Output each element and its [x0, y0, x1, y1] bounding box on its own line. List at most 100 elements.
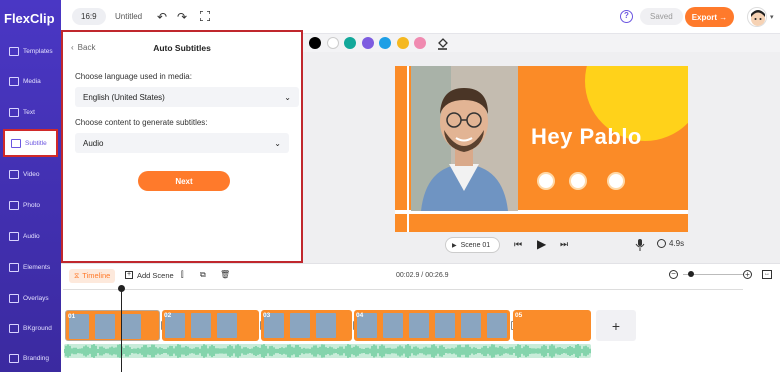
saved-status: Saved	[640, 8, 683, 25]
color-swatch[interactable]	[361, 37, 374, 49]
scene-selector[interactable]: ▶ Scene 01	[445, 237, 500, 253]
video-icon	[9, 169, 19, 179]
sidebar-item-label: Overlays	[23, 294, 49, 302]
timeline-tab-label: Timeline	[82, 271, 111, 280]
sidebar-item-label: Audio	[23, 232, 40, 240]
duration-display: 4.9s	[657, 239, 684, 248]
language-select[interactable]: English (United States) ⌄	[75, 87, 299, 107]
add-scene-label: Add Scene	[137, 271, 174, 280]
templates-icon	[9, 46, 19, 56]
audio-icon	[9, 231, 19, 241]
sidebar-item-overlays[interactable]: Overlays	[3, 284, 58, 312]
sidebar-item-audio[interactable]: Audio	[3, 222, 58, 250]
skip-forward-icon[interactable]: ⏭	[560, 239, 568, 250]
background-icon	[9, 323, 19, 333]
undo-icon[interactable]: ↶	[157, 10, 167, 24]
avatar[interactable]	[747, 7, 767, 27]
sidebar-item-photo[interactable]: Photo	[3, 191, 58, 219]
next-button[interactable]: Next	[138, 171, 230, 191]
elements-icon	[9, 262, 19, 272]
badge-1	[537, 172, 555, 190]
duration-value: 4.9s	[669, 239, 685, 248]
clip-number: 01	[68, 313, 76, 320]
paint-bucket-icon[interactable]	[436, 37, 449, 50]
sidebar-item-templates[interactable]: Templates	[3, 37, 58, 65]
auto-subtitles-panel: ‹ Back Auto Subtitles Choose language use…	[61, 30, 303, 263]
audio-track[interactable]	[64, 344, 591, 358]
add-scene-button[interactable]: + Add Scene	[125, 271, 174, 280]
duplicate-icon[interactable]: ⧉	[200, 270, 206, 280]
color-toolbar	[303, 34, 780, 52]
timeline-clip[interactable]: 01	[65, 310, 160, 341]
chevron-down-icon: ⌄	[284, 92, 291, 102]
audio-waveform	[64, 344, 591, 358]
timeline-icon: ⧖	[74, 271, 80, 280]
content-select[interactable]: Audio ⌄	[75, 133, 289, 153]
skip-back-icon[interactable]: ⏮	[514, 239, 522, 250]
playhead[interactable]	[121, 286, 122, 372]
color-swatch[interactable]	[344, 37, 356, 49]
clip-thumbnail	[409, 313, 429, 338]
zoom-slider-handle[interactable]	[688, 271, 694, 277]
sidebar-item-text[interactable]: Text	[3, 98, 58, 126]
chevron-down-icon: ⌄	[274, 138, 281, 148]
sidebar-item-bkground[interactable]: BKground	[3, 314, 58, 342]
project-title[interactable]: Untitled	[115, 12, 142, 21]
headline-text: Hey Pablo	[531, 124, 642, 149]
badge-2	[569, 172, 587, 190]
timeline-tab[interactable]: ⧖ Timeline	[69, 269, 116, 283]
sidebar-item-label: Photo	[23, 201, 40, 209]
sidebar-item-label: Text	[23, 108, 35, 116]
badge-3	[607, 172, 625, 190]
zoom-out-icon[interactable]: −	[669, 270, 678, 279]
clip-thumbnail	[121, 314, 141, 339]
playhead-handle[interactable]	[118, 285, 125, 292]
sidebar-item-subtitle[interactable]: Subtitle	[3, 129, 58, 157]
microphone-icon[interactable]	[635, 239, 645, 251]
sidebar-item-media[interactable]: Media	[3, 67, 58, 95]
play-small-icon: ▶	[452, 242, 457, 249]
timeline-panel: ⧖ Timeline + Add Scene ⫿ ⧉ 🗑 00:02.9 / 00:…	[61, 263, 780, 372]
play-icon[interactable]: ▶	[537, 237, 546, 251]
ruler	[63, 282, 743, 290]
color-swatch[interactable]	[309, 37, 321, 49]
aspect-ratio-button[interactable]: 16:9	[72, 8, 106, 25]
app-logo[interactable]: FlexClip	[4, 9, 60, 27]
timeline-clip[interactable]: 02	[162, 310, 259, 341]
sidebar-item-branding[interactable]: Branding	[3, 344, 58, 372]
sidebar-item-video[interactable]: Video	[3, 160, 58, 188]
sidebar-item-label: Branding	[23, 354, 50, 362]
clip-number: 02	[164, 312, 172, 319]
clock-icon	[657, 239, 666, 248]
time-display: 00:02.9 / 00:26.9	[396, 272, 449, 279]
chevron-down-icon[interactable]: ▾	[770, 13, 774, 21]
fit-icon[interactable]: ↔	[762, 270, 772, 279]
timeline-clip[interactable]: 05	[513, 310, 591, 341]
color-swatch[interactable]	[379, 37, 391, 49]
overlays-icon	[9, 293, 19, 303]
clip-thumbnail	[383, 313, 403, 338]
trash-icon[interactable]: 🗑	[220, 270, 230, 279]
add-clip-button[interactable]: +	[596, 310, 636, 341]
clip-thumbnail	[217, 313, 237, 338]
language-value: English (United States)	[83, 92, 165, 102]
video-preview[interactable]: Hey Pablo	[395, 66, 688, 232]
photo-icon	[9, 200, 19, 210]
sidebar-item-label: Templates	[23, 47, 53, 55]
fullscreen-icon[interactable]	[200, 11, 210, 21]
text-icon	[9, 107, 19, 117]
color-swatch[interactable]	[396, 37, 409, 49]
timeline-clip[interactable]: 03	[261, 310, 352, 341]
help-icon[interactable]: ?	[620, 10, 633, 23]
color-swatch[interactable]	[414, 37, 426, 49]
scene-label: Scene 01	[460, 241, 491, 249]
redo-icon[interactable]: ↷	[177, 10, 187, 24]
split-icon[interactable]: ⫿	[181, 270, 184, 280]
panel-title: Auto Subtitles	[153, 43, 211, 53]
color-swatch[interactable]	[326, 37, 339, 49]
export-button[interactable]: Export →	[685, 7, 734, 27]
timeline-clip[interactable]: 04	[354, 310, 510, 341]
language-label: Choose language used in media:	[75, 72, 192, 81]
sidebar-item-elements[interactable]: Elements	[3, 253, 58, 281]
zoom-in-icon[interactable]: +	[743, 270, 752, 279]
